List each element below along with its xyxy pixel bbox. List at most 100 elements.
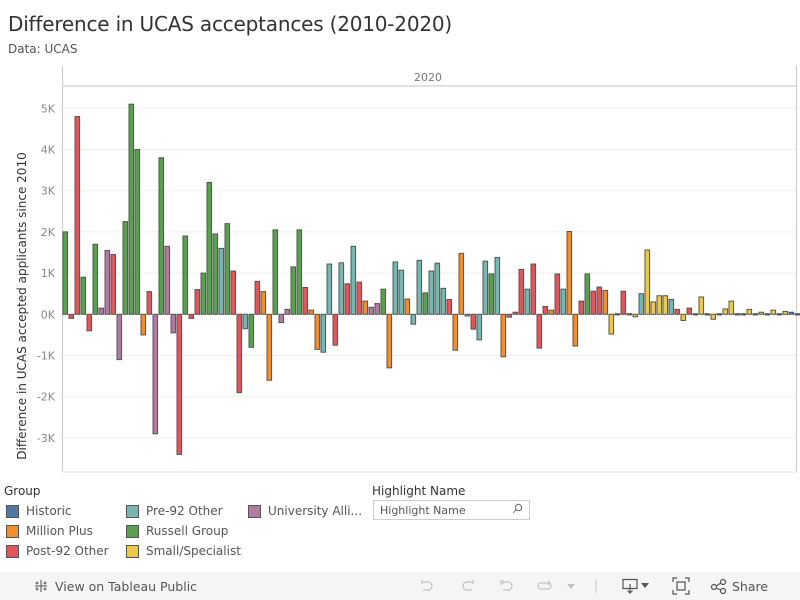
revert-icon[interactable] — [498, 577, 516, 595]
bar[interactable] — [494, 256, 501, 315]
bar[interactable] — [146, 291, 153, 315]
bar[interactable] — [662, 295, 669, 315]
bar[interactable] — [500, 313, 507, 358]
bar[interactable] — [482, 260, 489, 315]
bar[interactable] — [602, 289, 609, 315]
bar[interactable] — [704, 313, 711, 316]
bar[interactable] — [548, 309, 555, 315]
bar[interactable] — [656, 295, 663, 315]
bar[interactable] — [554, 273, 561, 315]
bar[interactable] — [68, 313, 75, 319]
fullscreen-icon[interactable] — [672, 577, 690, 595]
bar[interactable] — [794, 313, 800, 316]
bar[interactable] — [788, 311, 795, 315]
bar[interactable] — [326, 263, 333, 315]
bar[interactable] — [98, 307, 105, 315]
bar[interactable] — [314, 313, 321, 350]
bar[interactable] — [614, 313, 621, 316]
bar[interactable] — [758, 311, 765, 315]
bar[interactable] — [458, 252, 465, 315]
bar[interactable] — [254, 280, 261, 315]
bar[interactable] — [452, 313, 459, 351]
bar[interactable] — [206, 181, 213, 315]
legend-item[interactable]: Post-92 Other — [4, 543, 109, 559]
bar[interactable] — [236, 313, 243, 394]
dropdown-caret-icon[interactable] — [566, 577, 576, 595]
bar[interactable] — [524, 288, 531, 315]
bar[interactable] — [260, 291, 267, 315]
bar[interactable] — [764, 313, 771, 316]
bar[interactable] — [428, 270, 435, 315]
bar[interactable] — [536, 313, 543, 349]
legend-item[interactable]: Pre-92 Other — [124, 503, 223, 519]
bar[interactable] — [110, 254, 117, 315]
bar[interactable] — [344, 283, 351, 315]
bar[interactable] — [680, 313, 687, 321]
bar[interactable] — [332, 313, 339, 346]
bar[interactable] — [422, 292, 429, 315]
bar[interactable] — [104, 249, 111, 315]
bar[interactable] — [128, 103, 135, 315]
bar[interactable] — [170, 313, 177, 334]
bar[interactable] — [590, 290, 597, 315]
legend-item[interactable]: Historic — [4, 503, 72, 519]
legend-item[interactable]: Russell Group — [124, 523, 228, 539]
bar[interactable] — [92, 243, 99, 315]
bar[interactable] — [698, 296, 705, 315]
bar[interactable] — [542, 305, 549, 315]
bar[interactable] — [686, 307, 693, 315]
bar[interactable] — [644, 249, 651, 315]
bar[interactable] — [224, 223, 231, 315]
bar[interactable] — [266, 313, 273, 381]
bar[interactable] — [608, 313, 615, 335]
bar[interactable] — [782, 310, 789, 315]
bar[interactable] — [200, 272, 207, 315]
bar[interactable] — [386, 313, 393, 369]
bar[interactable] — [356, 281, 363, 315]
bar[interactable] — [752, 313, 759, 316]
bar[interactable] — [620, 290, 627, 315]
bar[interactable] — [518, 268, 525, 315]
bar[interactable] — [668, 298, 675, 315]
share-button[interactable]: Share — [710, 577, 768, 595]
bar[interactable] — [272, 229, 279, 315]
bar[interactable] — [122, 221, 129, 315]
bar[interactable] — [374, 303, 381, 315]
bar[interactable] — [308, 309, 315, 315]
refresh-icon[interactable] — [536, 577, 554, 595]
bar[interactable] — [398, 269, 405, 315]
bar[interactable] — [152, 313, 159, 435]
download-icon[interactable] — [621, 577, 653, 595]
bar[interactable] — [596, 286, 603, 315]
bar[interactable] — [530, 263, 537, 315]
bar[interactable] — [572, 313, 579, 347]
bar[interactable] — [284, 308, 291, 315]
legend-item[interactable]: Million Plus — [4, 523, 93, 539]
legend-item[interactable]: Small/Specialist — [124, 543, 241, 559]
bar[interactable] — [320, 313, 327, 353]
bar[interactable] — [290, 266, 297, 315]
bar[interactable] — [164, 245, 171, 315]
bar[interactable] — [626, 313, 633, 316]
bar[interactable] — [476, 313, 483, 341]
bar[interactable] — [74, 116, 81, 315]
bar[interactable] — [368, 306, 375, 315]
bar[interactable] — [176, 313, 183, 455]
bar[interactable] — [302, 287, 309, 315]
bar[interactable] — [776, 313, 783, 316]
bar[interactable] — [740, 313, 747, 316]
highlight-name-input[interactable]: Highlight Name — [373, 500, 530, 520]
bar[interactable] — [728, 300, 735, 315]
bar[interactable] — [734, 313, 741, 316]
bar[interactable] — [584, 273, 591, 315]
bar[interactable] — [212, 233, 219, 315]
bar[interactable] — [362, 300, 369, 315]
bar[interactable] — [770, 309, 777, 315]
bar[interactable] — [488, 273, 495, 315]
bar[interactable] — [560, 288, 567, 315]
bar[interactable] — [188, 313, 195, 319]
bar[interactable] — [404, 298, 411, 315]
bar[interactable] — [242, 313, 249, 330]
bar[interactable] — [722, 308, 729, 315]
bar[interactable] — [674, 308, 681, 315]
